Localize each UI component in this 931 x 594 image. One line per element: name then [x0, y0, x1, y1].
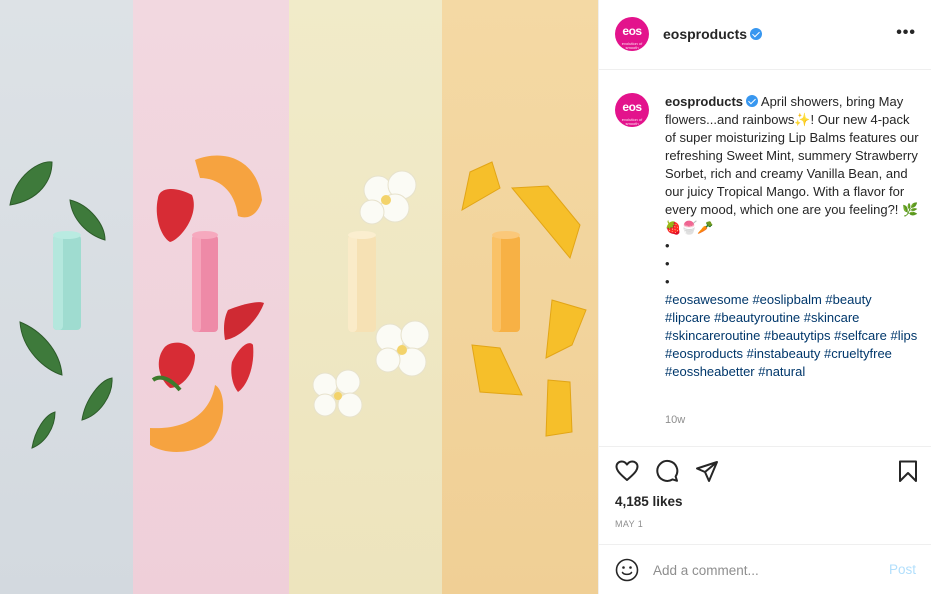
- mint-lip-balm: [53, 231, 81, 330]
- caption-avatar[interactable]: eos evolution of smooth: [615, 93, 649, 127]
- post-details-panel: eos evolution of smooth eosproducts ••• …: [598, 0, 931, 594]
- caption-username[interactable]: eosproducts: [665, 94, 743, 109]
- smiley-icon[interactable]: [615, 558, 639, 582]
- caption-section: eos evolution of smooth eosproducts Apri…: [599, 71, 931, 447]
- caption-text: eosproducts April showers, bring May flo…: [665, 93, 920, 381]
- post-age[interactable]: 10w: [665, 414, 685, 426]
- vanilla-lip-balm: [348, 231, 376, 332]
- comment-bar: Post: [599, 544, 931, 594]
- post-image[interactable]: [0, 0, 598, 594]
- sparkles-emoji: ✨: [794, 112, 811, 127]
- heart-icon[interactable]: [615, 459, 639, 483]
- header-username-text[interactable]: eosproducts: [663, 26, 747, 42]
- comment-input[interactable]: [653, 559, 873, 581]
- avatar[interactable]: eos evolution of smooth: [615, 17, 649, 51]
- caption-avatar-logo-subtext: evolution of smooth: [621, 117, 643, 126]
- more-options-button[interactable]: •••: [896, 25, 916, 41]
- post-date[interactable]: MAY 1: [615, 519, 643, 529]
- paper-plane-icon[interactable]: [695, 459, 719, 483]
- post-header: eos evolution of smooth eosproducts •••: [599, 0, 931, 70]
- bookmark-icon[interactable]: [896, 459, 920, 483]
- caption-dot: •: [665, 274, 670, 289]
- avatar-logo-text: eos: [622, 24, 642, 38]
- action-bar: [599, 455, 931, 491]
- mango-lip-balm: [492, 231, 520, 332]
- verified-badge-icon: [750, 28, 763, 40]
- like-count[interactable]: 4,185 likes: [615, 494, 683, 509]
- strawberry-lip-balm: [192, 231, 218, 332]
- product-arrangement: [9, 155, 587, 452]
- caption-body-2: ! Our new 4-pack of super moisturizing L…: [665, 112, 919, 217]
- caption-dot: •: [665, 256, 670, 271]
- header-username[interactable]: eosproducts: [663, 26, 763, 42]
- post-comment-button[interactable]: Post: [889, 562, 916, 577]
- caption-avatar-logo-text: eos: [622, 100, 642, 114]
- comment-icon[interactable]: [655, 459, 679, 483]
- mango-slices: [461, 161, 587, 437]
- avatar-logo-subtext: evolution of smooth: [621, 41, 643, 50]
- hashtags[interactable]: #eosawesome #eoslipbalm #beauty #lipcare…: [665, 291, 920, 381]
- caption-verified-badge-icon: [746, 95, 759, 107]
- caption-dot: •: [665, 238, 670, 253]
